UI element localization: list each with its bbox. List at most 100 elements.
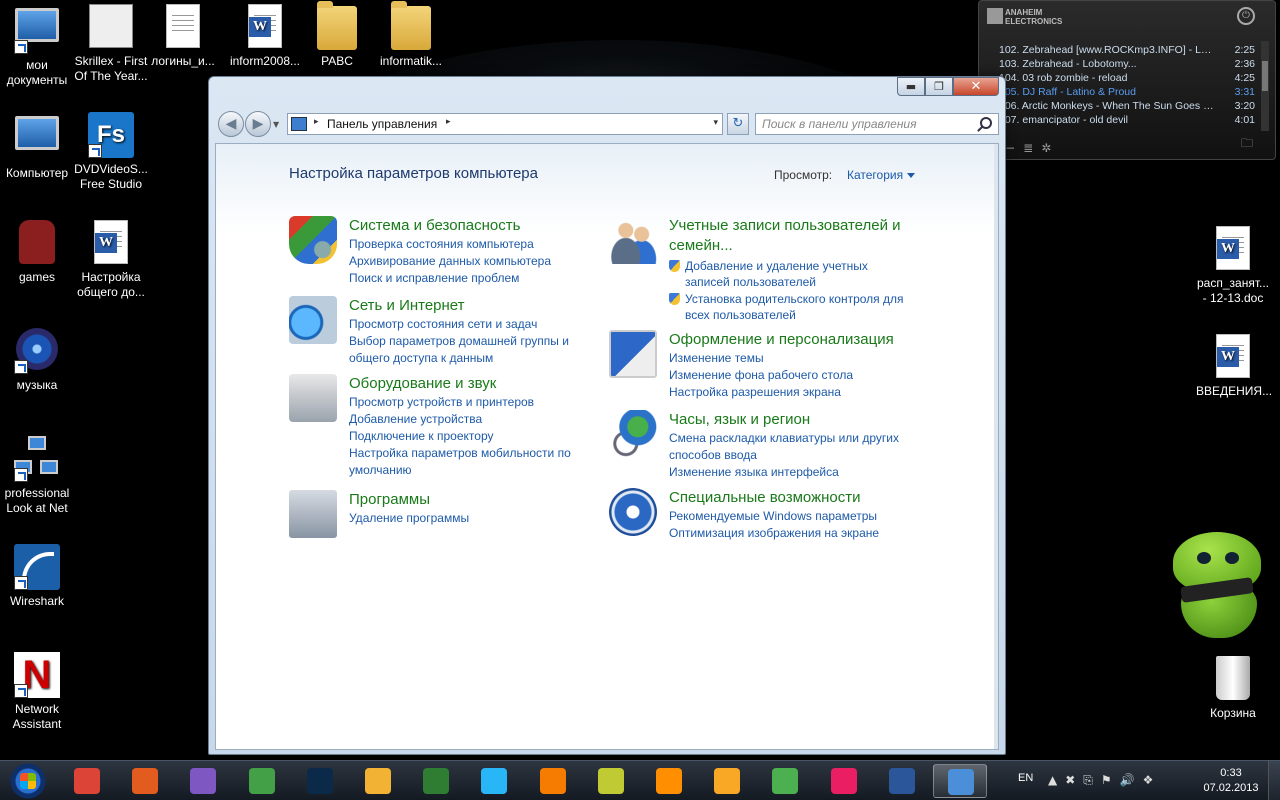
category-link[interactable]: Оптимизация изображения на экране <box>669 525 909 542</box>
playlist-scrollbar[interactable] <box>1261 41 1269 131</box>
address-dropdown-icon[interactable]: ▾ <box>713 117 718 128</box>
tray-icon[interactable]: ✖ <box>1065 773 1075 788</box>
forward-button[interactable]: ▶ <box>245 111 271 137</box>
category-title[interactable]: Оборудование и звук <box>349 374 609 394</box>
desktop-icon[interactable]: W Настройка общего до... <box>74 220 148 300</box>
printer-icon[interactable] <box>289 374 337 422</box>
appearance-icon[interactable] <box>609 330 657 378</box>
close-button[interactable]: ✕ <box>953 77 999 96</box>
category-title[interactable]: Система и безопасность <box>349 216 609 236</box>
taskbar-app-music-app[interactable] <box>467 764 521 798</box>
category-link[interactable]: Архивирование данных компьютера <box>349 253 589 270</box>
power-icon[interactable]: ⏻ <box>1237 7 1255 25</box>
taskbar-app-burning[interactable] <box>118 764 172 798</box>
taskbar-app-word[interactable] <box>875 764 929 798</box>
playlist-item[interactable]: 103. Zebrahead - Lobotomy... 2:36 <box>999 57 1255 71</box>
desktop-icon[interactable]: Fs DVDVideoS... Free Studio <box>74 112 148 192</box>
desktop-icon[interactable]: мои документы <box>0 4 74 88</box>
category-link[interactable]: Установка родительского контроля для все… <box>669 291 909 323</box>
desktop-icon[interactable]: games <box>0 220 74 285</box>
desktop-icon[interactable]: Network Assistant <box>0 652 74 732</box>
taskbar-app-vlc[interactable] <box>642 764 696 798</box>
folder-icon[interactable]: 🗀 <box>1241 134 1253 155</box>
category-link[interactable]: Удаление программы <box>349 510 589 527</box>
category-title[interactable]: Сеть и Интернет <box>349 296 609 316</box>
category-link[interactable]: Рекомендуемые Windows параметры <box>669 508 909 525</box>
refresh-button[interactable]: ↻ <box>727 113 749 135</box>
desktop-icon[interactable]: логины_и... <box>146 4 220 69</box>
search-input[interactable]: Поиск в панели управления <box>755 113 999 135</box>
category-link[interactable]: Выбор параметров домашней группы и общег… <box>349 333 589 367</box>
taskbar-app-control-panel[interactable] <box>933 764 987 798</box>
desktop-icon[interactable]: Wireshark <box>0 544 74 609</box>
tray-icon[interactable]: ▲ <box>1048 773 1057 788</box>
desktop-icon[interactable]: informatik... <box>374 1 448 69</box>
playlist-control-button[interactable]: ✲ <box>1041 141 1051 155</box>
category-title[interactable]: Программы <box>349 490 609 510</box>
category-link[interactable]: Подключение к проектору <box>349 428 589 445</box>
content-scrollbar[interactable] <box>994 144 998 749</box>
category-link[interactable]: Изменение фона рабочего стола <box>669 367 909 384</box>
programs-icon[interactable] <box>289 490 337 538</box>
playlist-item[interactable]: 104. 03 rob zombie - reload 4:25 <box>999 71 1255 85</box>
clock-globe-icon[interactable] <box>609 410 657 458</box>
language-indicator[interactable]: EN <box>1018 772 1033 784</box>
taskbar-app-sublime[interactable] <box>526 764 580 798</box>
maximize-button[interactable]: ❐ <box>925 77 953 96</box>
category-link[interactable]: Добавление и удаление учетных записей по… <box>669 258 909 290</box>
playlist-item[interactable]: 102. Zebrahead [www.ROCKmp3.INFO] - Lon.… <box>999 43 1255 57</box>
desktop-icon[interactable]: W ВВЕДЕНИЯ... <box>1196 334 1272 399</box>
category-link[interactable]: Проверка состояния компьютера <box>349 236 589 253</box>
desktop-icon[interactable]: Skrillex - First Of The Year... <box>74 4 148 84</box>
playlist-control-button[interactable]: − <box>1005 141 1015 155</box>
category-link[interactable]: Просмотр состояния сети и задач <box>349 316 589 333</box>
playlist-item[interactable]: 105. DJ Raff - Latino & Proud 3:31 <box>999 85 1255 99</box>
desktop-icon[interactable]: professional Look at Net <box>0 436 74 516</box>
category-link[interactable]: Изменение темы <box>669 350 909 367</box>
taskbar-app-photoshop[interactable] <box>293 764 347 798</box>
playlist-control-button[interactable]: ≣ <box>1023 141 1033 155</box>
address-bar[interactable]: ▸ Панель управления ▸ ▾ <box>287 113 723 135</box>
category-link[interactable]: Настройка параметров мобильности по умол… <box>349 445 589 479</box>
desktop-icon[interactable]: PABC <box>300 1 374 69</box>
minimize-button[interactable]: ▬ <box>897 77 925 96</box>
shield-icon[interactable] <box>289 216 337 264</box>
start-button[interactable] <box>6 763 50 799</box>
clock[interactable]: 0:33 07.02.2013 <box>1200 766 1262 796</box>
playlist-item[interactable]: 106. Arctic Monkeys - When The Sun Goes … <box>999 99 1255 113</box>
accessibility-icon[interactable] <box>609 488 657 536</box>
breadcrumb-control-panel[interactable]: Панель управления <box>327 117 437 131</box>
category-title[interactable]: Учетные записи пользователей и семейн... <box>669 216 929 256</box>
playlist-item[interactable]: 107. emancipator - old devil 4:01 <box>999 113 1255 127</box>
taskbar-app-visual-studio[interactable] <box>176 764 230 798</box>
network-icon[interactable] <box>289 296 337 344</box>
back-button[interactable]: ◀ <box>218 111 244 137</box>
category-link[interactable]: Изменение языка интерфейса <box>669 464 909 481</box>
breadcrumb-separator[interactable]: ▸ <box>314 116 319 127</box>
tray-icon[interactable]: ⎘ <box>1083 773 1093 788</box>
taskbar-app-navigator[interactable] <box>235 764 289 798</box>
desktop-icon[interactable]: Компьютер <box>0 112 74 181</box>
taskbar-app-winamp[interactable] <box>351 764 405 798</box>
desktop-icon[interactable]: Корзина <box>1196 656 1270 721</box>
desktop-icon[interactable]: музыка <box>0 328 74 393</box>
category-link[interactable]: Настройка разрешения экрана <box>669 384 909 401</box>
category-title[interactable]: Специальные возможности <box>669 488 929 508</box>
show-desktop-button[interactable] <box>1268 761 1280 800</box>
taskbar-app-pink-app[interactable] <box>817 764 871 798</box>
taskbar-app-speed-app[interactable] <box>409 764 463 798</box>
search-icon[interactable] <box>980 117 992 129</box>
tray-icon[interactable]: 🔊 <box>1120 773 1135 788</box>
taskbar-app-robot-app[interactable] <box>584 764 638 798</box>
category-title[interactable]: Оформление и персонализация <box>669 330 929 350</box>
desktop-icon[interactable]: Winform2008... <box>228 4 302 69</box>
view-mode-dropdown[interactable]: Категория <box>847 168 916 182</box>
category-link[interactable]: Просмотр устройств и принтеров <box>349 394 589 411</box>
tray-icon[interactable]: ❖ <box>1143 773 1154 788</box>
taskbar-app-utorrent[interactable] <box>758 764 812 798</box>
tray-icon[interactable]: ⚑ <box>1101 773 1112 788</box>
category-link[interactable]: Смена раскладки клавиатуры или других сп… <box>669 430 909 464</box>
recent-pages-dropdown[interactable]: ▼ <box>273 120 279 129</box>
desktop-icon[interactable]: Wрасп_занят... - 12-13.doc <box>1196 226 1270 306</box>
category-link[interactable]: Добавление устройства <box>349 411 589 428</box>
